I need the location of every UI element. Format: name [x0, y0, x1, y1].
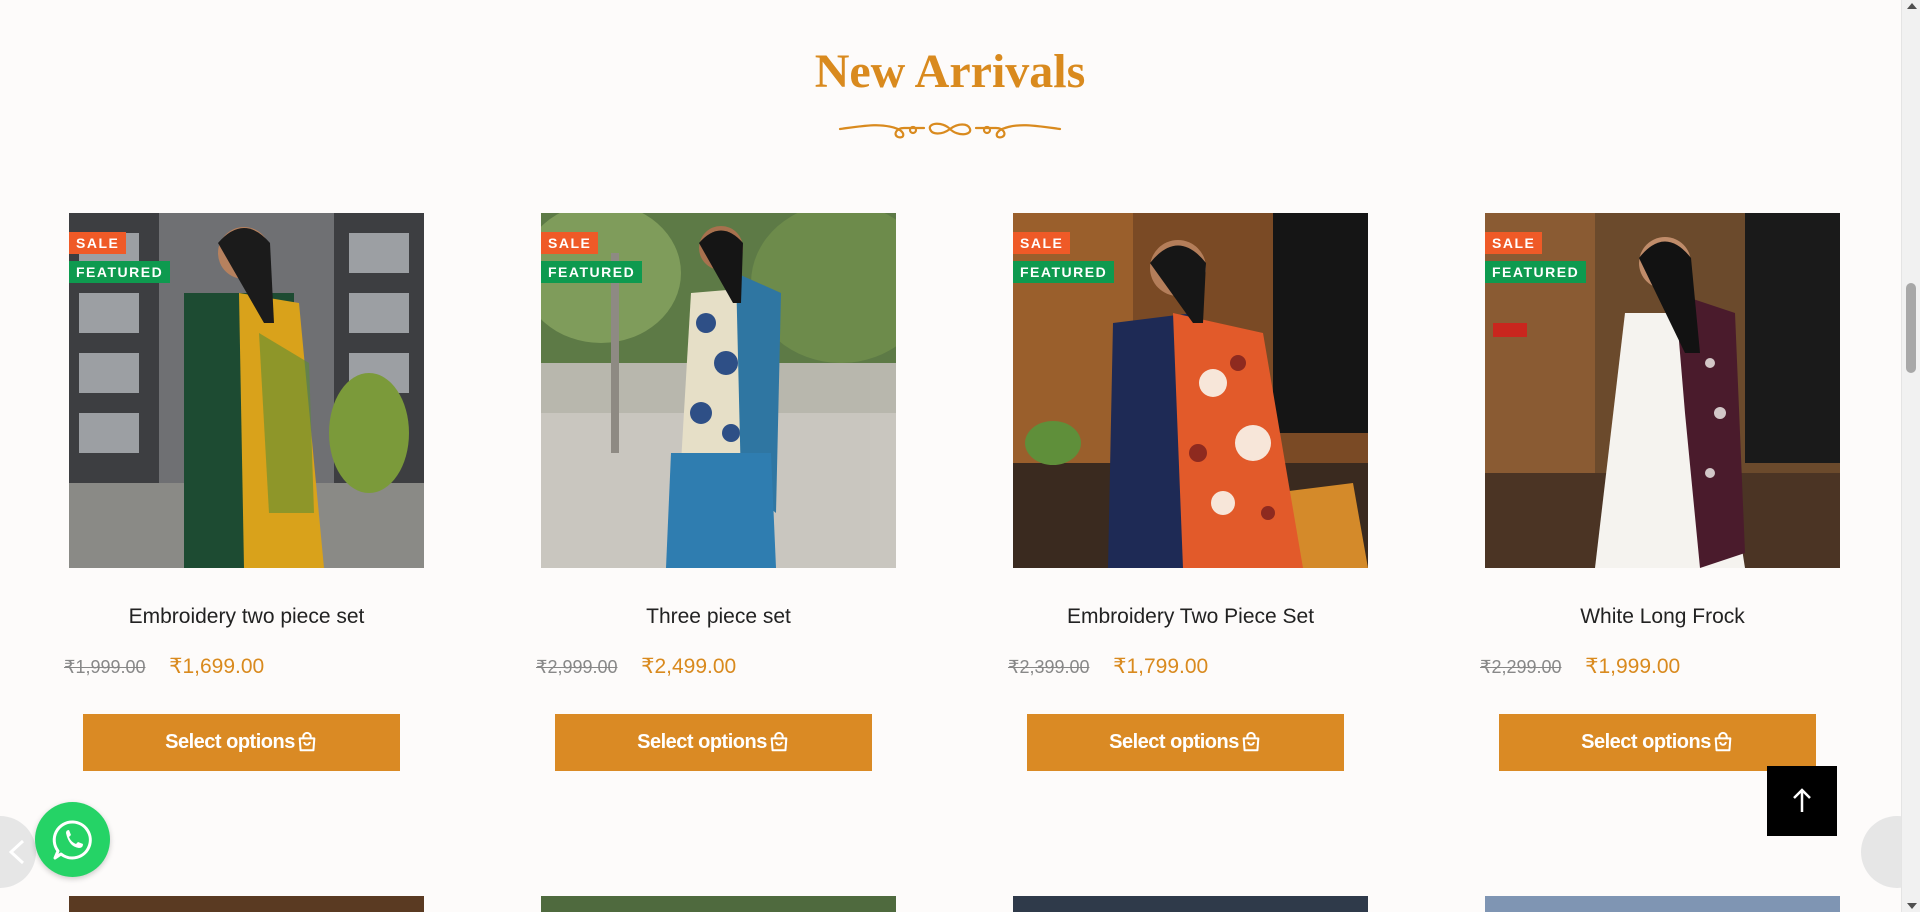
shopping-bag-icon	[1714, 731, 1732, 751]
whatsapp-icon	[52, 819, 92, 859]
sale-price: ₹1,799.00	[1113, 655, 1209, 678]
select-options-button[interactable]: Select options	[83, 714, 400, 771]
sale-price: ₹1,699.00	[169, 655, 265, 678]
select-options-label: Select options	[1581, 731, 1711, 753]
sale-badge: SALE	[1013, 232, 1071, 254]
product-image[interactable]	[541, 896, 896, 912]
shopping-bag-icon	[1242, 731, 1260, 751]
select-options-label: Select options	[165, 731, 295, 753]
select-options-label: Select options	[1109, 731, 1239, 753]
product-image[interactable]: SALE FEATURED	[1013, 213, 1368, 568]
product-image[interactable]	[1013, 896, 1368, 912]
chevron-left-icon	[8, 839, 25, 865]
product-image[interactable]	[1485, 896, 1840, 912]
section-title: New Arrivals	[814, 45, 1086, 98]
featured-badge: FEATURED	[69, 261, 171, 283]
old-price: ₹1,999.00	[64, 657, 146, 677]
sale-badge: SALE	[1485, 232, 1543, 254]
product-name[interactable]: Embroidery Two Piece Set	[1008, 605, 1373, 629]
product-prices: ₹2,299.00 ₹1,999.00	[1480, 654, 1860, 679]
product-image[interactable]: SALE FEATURED	[69, 213, 424, 568]
sale-badge: SALE	[541, 232, 599, 254]
old-price: ₹2,399.00	[1008, 657, 1090, 677]
sale-badge: SALE	[69, 232, 127, 254]
scrollbar-thumb[interactable]	[1906, 283, 1916, 373]
shopping-bag-icon	[770, 731, 788, 751]
product-image[interactable]: SALE FEATURED	[1485, 213, 1840, 568]
featured-badge: FEATURED	[541, 261, 643, 283]
product-image[interactable]	[69, 896, 424, 912]
product-prices: ₹1,999.00 ₹1,699.00	[64, 654, 444, 679]
scroll-up-arrow[interactable]	[1907, 3, 1917, 9]
ornamental-divider	[838, 122, 1062, 139]
select-options-button[interactable]: Select options	[1027, 714, 1344, 771]
featured-badge: FEATURED	[1485, 261, 1587, 283]
shopping-bag-icon	[298, 731, 316, 751]
select-options-label: Select options	[637, 731, 767, 753]
product-prices: ₹2,399.00 ₹1,799.00	[1008, 654, 1388, 679]
product-image[interactable]: SALE FEATURED	[541, 213, 896, 568]
old-price: ₹2,299.00	[1480, 657, 1562, 677]
select-options-button[interactable]: Select options	[1499, 714, 1816, 771]
old-price: ₹2,999.00	[536, 657, 618, 677]
back-to-top-button[interactable]	[1767, 766, 1837, 836]
arrow-up-icon	[1793, 788, 1811, 812]
product-prices: ₹2,999.00 ₹2,499.00	[536, 654, 916, 679]
scroll-down-arrow[interactable]	[1907, 903, 1917, 909]
select-options-button[interactable]: Select options	[555, 714, 872, 771]
featured-badge: FEATURED	[1013, 261, 1115, 283]
sale-price: ₹2,499.00	[641, 655, 737, 678]
whatsapp-button[interactable]	[35, 802, 110, 877]
scrollbar[interactable]	[1901, 0, 1920, 912]
product-name[interactable]: Embroidery two piece set	[64, 605, 429, 629]
sale-price: ₹1,999.00	[1585, 655, 1681, 678]
product-name[interactable]: Three piece set	[536, 605, 901, 629]
product-name[interactable]: White Long Frock	[1480, 605, 1845, 629]
carousel-prev-button[interactable]	[0, 816, 36, 888]
